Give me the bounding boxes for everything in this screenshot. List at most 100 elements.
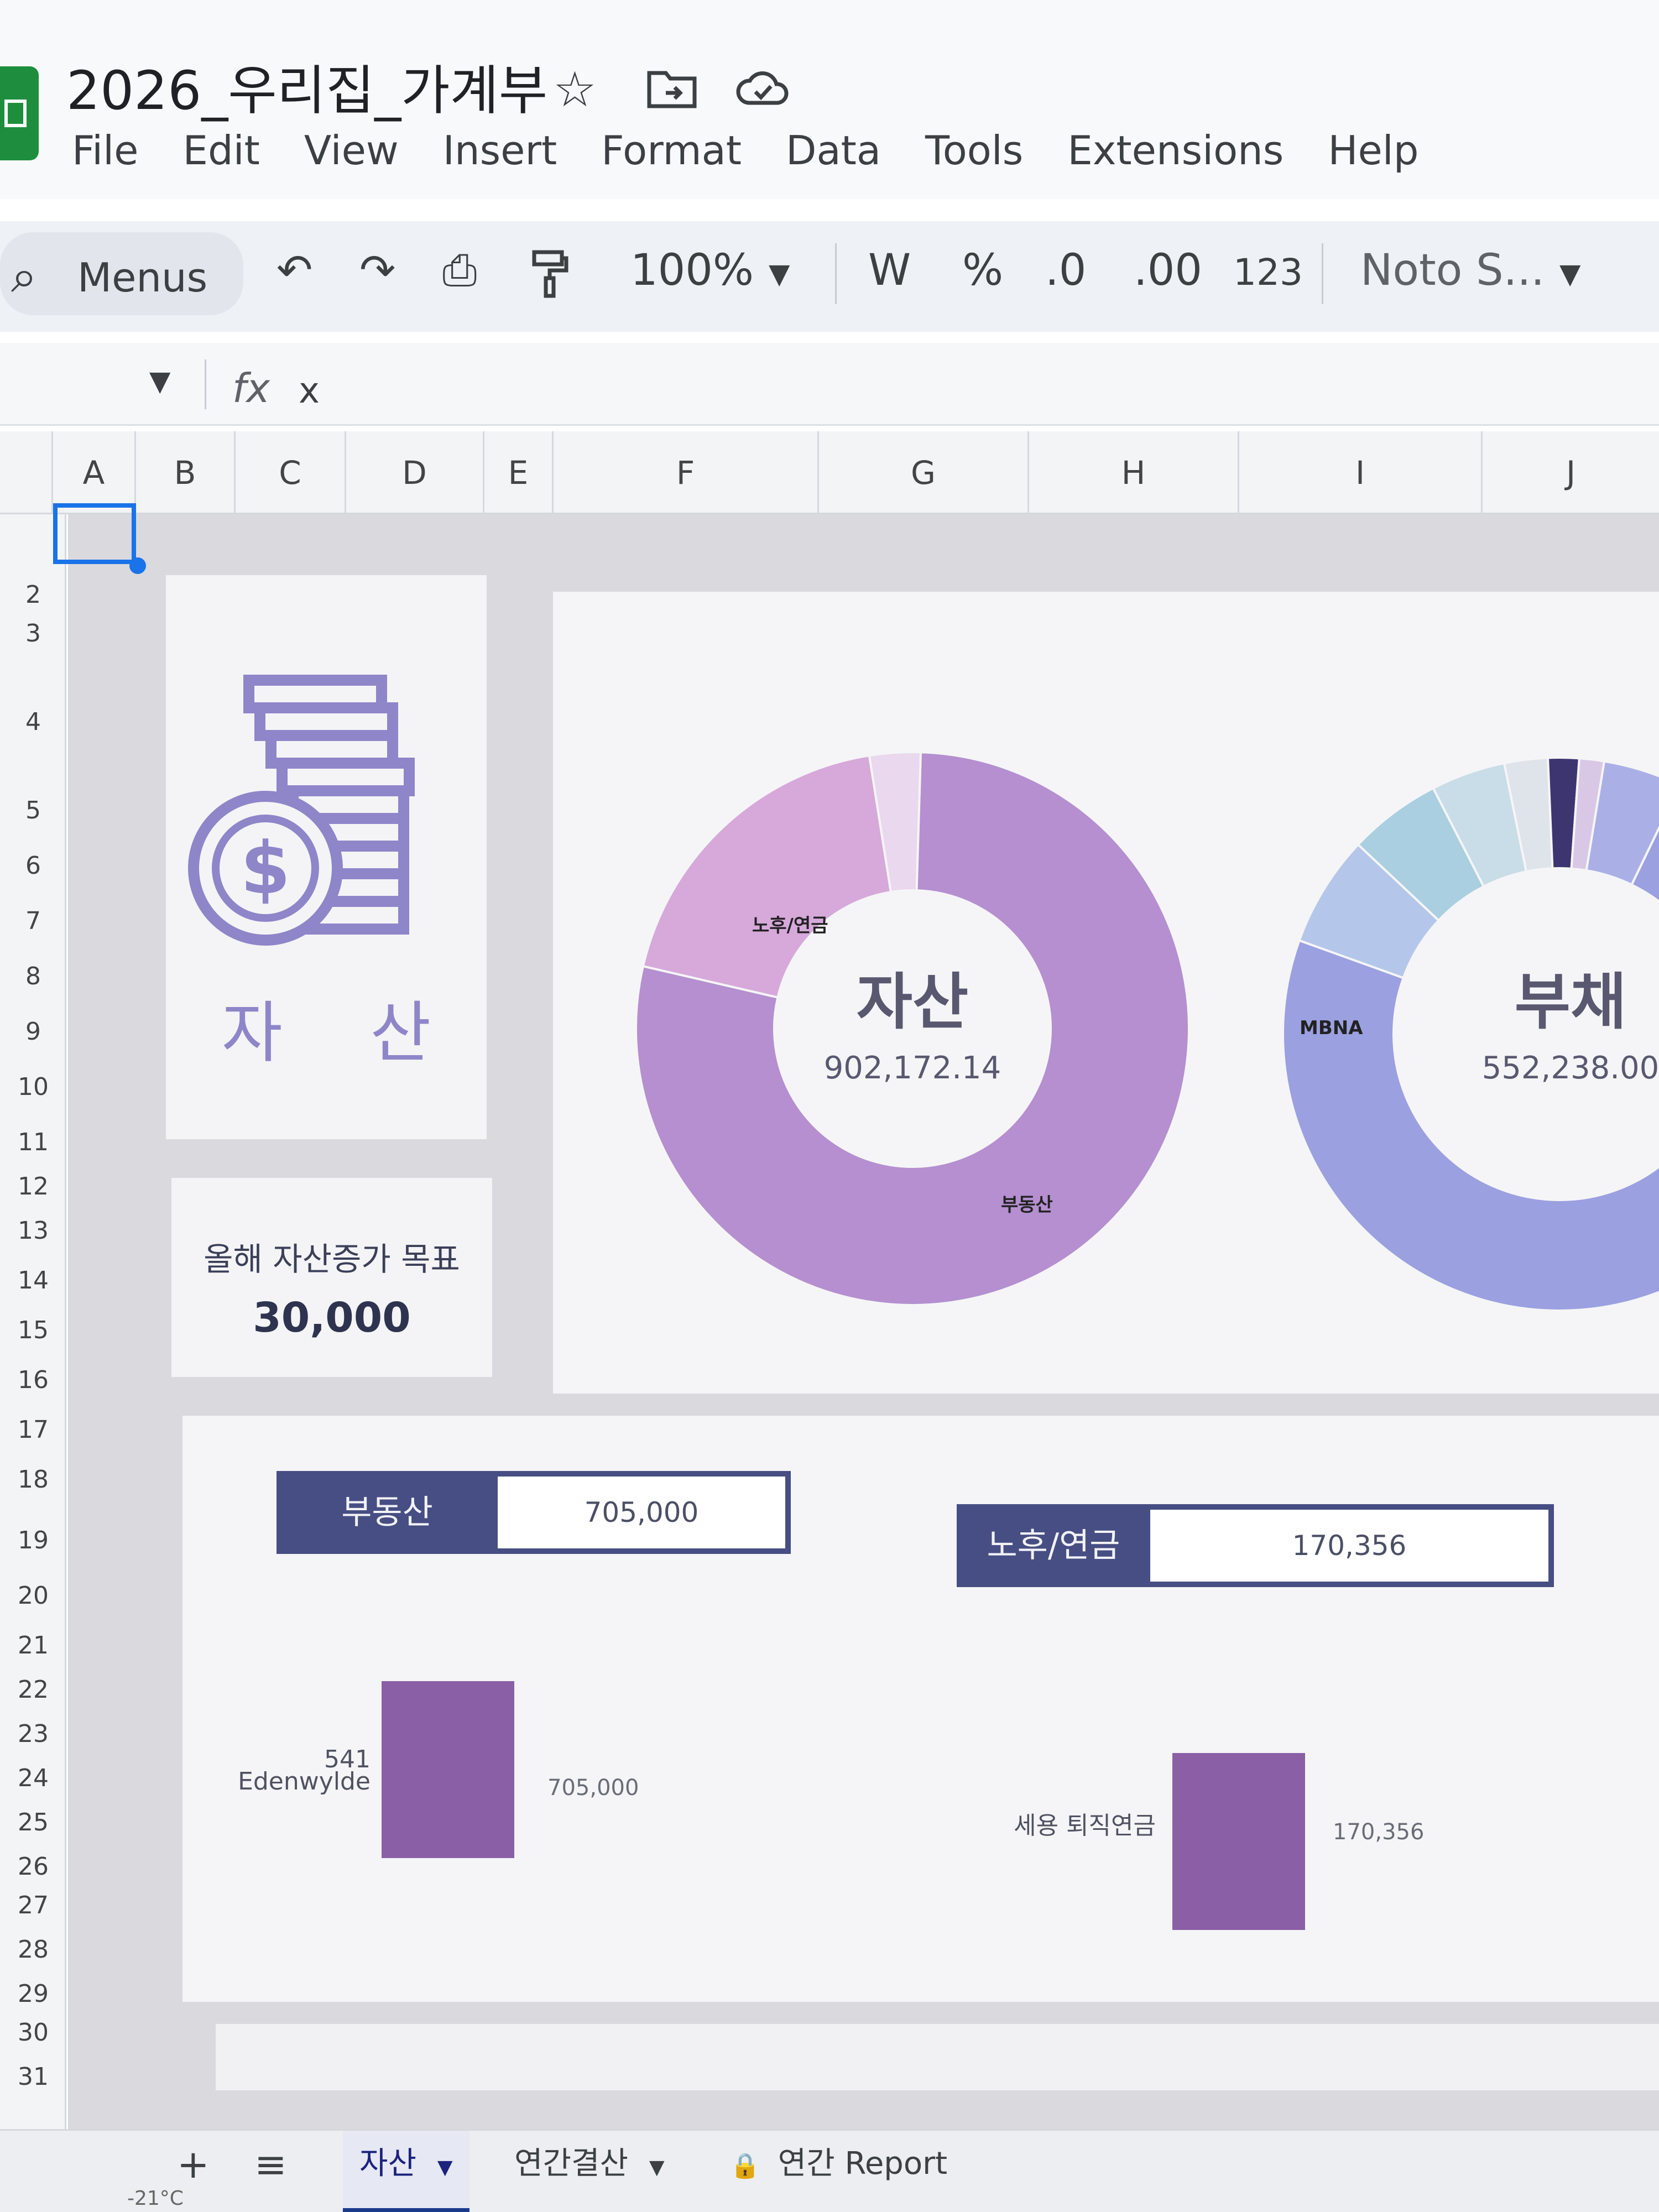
row-header[interactable]: 16: [0, 1366, 66, 1394]
column-header[interactable]: F: [554, 431, 819, 514]
row-header[interactable]: 29: [0, 1980, 66, 2008]
row-header[interactable]: 25: [0, 1808, 66, 1837]
row-header[interactable]: 22: [0, 1676, 66, 1704]
row-header[interactable]: 8: [0, 962, 66, 990]
row-header[interactable]: 13: [0, 1217, 66, 1245]
asset-title: 자 산: [221, 995, 465, 1072]
column-header[interactable]: G: [819, 431, 1029, 514]
row-header[interactable]: 14: [0, 1266, 66, 1295]
star-icon[interactable]: ☆: [553, 65, 597, 114]
row-header[interactable]: 20: [0, 1582, 66, 1610]
row-header[interactable]: 18: [0, 1465, 66, 1494]
column-header[interactable]: H: [1029, 431, 1239, 514]
column-header[interactable]: E: [484, 431, 554, 514]
font-chevron-down-icon[interactable]: ▼: [1559, 260, 1580, 288]
toolbar-separator: [1322, 243, 1323, 304]
row-header[interactable]: 15: [0, 1316, 66, 1344]
row-header[interactable]: 27: [0, 1891, 66, 1919]
number-format-button[interactable]: 123: [1233, 254, 1303, 291]
column-header[interactable]: B: [136, 431, 236, 514]
bar-pension[interactable]: [1172, 1753, 1305, 1930]
menu-view[interactable]: View: [304, 127, 399, 188]
column-header[interactable]: D: [346, 431, 484, 514]
increase-decimal-button[interactable]: .00: [1134, 249, 1202, 292]
bar-realestate-value: 705,000: [547, 1775, 639, 1801]
cloud-status-icon[interactable]: [735, 65, 791, 117]
lock-icon: 🔒: [730, 2152, 760, 2180]
row-header[interactable]: 24: [0, 1764, 66, 1792]
menu-edit[interactable]: Edit: [182, 127, 259, 188]
paint-format-icon[interactable]: [531, 249, 570, 306]
toolbar-separator: [835, 243, 837, 304]
sheet-tab-label: 자산: [359, 2146, 417, 2182]
title-bar: 2026_우리집_가계부 ☆ File Edit View Insert For…: [0, 0, 1659, 199]
row-header[interactable]: 23: [0, 1720, 66, 1748]
tab-chevron-down-icon[interactable]: ▼: [437, 2156, 453, 2179]
row-header[interactable]: 6: [0, 852, 66, 880]
menu-file[interactable]: File: [72, 127, 138, 188]
menus-search-button[interactable]: ⌕ Menus: [0, 232, 243, 315]
formula-input[interactable]: x: [299, 371, 320, 411]
zoom-chevron-down-icon[interactable]: ▼: [769, 260, 790, 288]
decrease-decimal-button[interactable]: .0: [1045, 249, 1086, 292]
row-header[interactable]: 28: [0, 1936, 66, 1964]
column-header[interactable]: C: [236, 431, 346, 514]
document-title[interactable]: 2026_우리집_가계부: [66, 48, 547, 124]
font-family-select[interactable]: Noto S...: [1360, 249, 1545, 292]
sheet-tab-assets[interactable]: 자산 ▼: [343, 2131, 469, 2212]
goal-label: 올해 자산증가 목표: [204, 1240, 460, 1278]
selected-cell-a1[interactable]: [53, 503, 136, 564]
sheet-tab-label: 연간 Report: [778, 2146, 948, 2182]
menu-data[interactable]: Data: [786, 127, 881, 188]
row-header[interactable]: 26: [0, 1853, 66, 1881]
donut-charts-panel: 자산 902,172.14 노후/연금 부동산 부채 552,238.00 MB…: [553, 592, 1659, 1394]
row-header[interactable]: 2: [0, 581, 66, 609]
row-header[interactable]: 4: [0, 708, 66, 736]
row-header[interactable]: 17: [0, 1416, 66, 1444]
zoom-select[interactable]: 100%: [630, 249, 754, 292]
liabilities-donut-total: 552,238.00: [1482, 1050, 1659, 1086]
move-folder-icon[interactable]: [647, 65, 697, 117]
category-detail-panel: 부동산 705,000 노후/연금 170,356 541 Edenwylde …: [182, 1416, 1659, 2002]
all-sheets-menu-button[interactable]: ≡: [254, 2142, 287, 2187]
select-all-corner[interactable]: [0, 431, 53, 514]
row-header[interactable]: 3: [0, 619, 66, 648]
menu-format[interactable]: Format: [601, 127, 742, 188]
print-icon[interactable]: ⎙: [442, 249, 477, 292]
sheet-tab-annual-report[interactable]: 🔒 연간 Report: [713, 2131, 964, 2212]
row-header[interactable]: 10: [0, 1073, 66, 1101]
row-header[interactable]: 19: [0, 1526, 66, 1554]
liabilities-donut-chart[interactable]: 부채 552,238.00 MBNA: [1272, 758, 1659, 1311]
row-header[interactable]: 7: [0, 907, 66, 935]
row-header[interactable]: 21: [0, 1631, 66, 1660]
column-header[interactable]: I: [1239, 431, 1483, 514]
search-icon: ⌕: [11, 249, 38, 303]
asset-logo-panel: $ 자 산: [166, 575, 487, 1139]
assets-donut-title: 자산: [857, 967, 968, 1037]
currency-format-button[interactable]: W: [868, 249, 911, 292]
column-header[interactable]: A: [53, 431, 136, 514]
menu-extensions[interactable]: Extensions: [1067, 127, 1284, 188]
undo-icon[interactable]: ↶: [276, 249, 312, 292]
add-sheet-button[interactable]: +: [177, 2142, 210, 2187]
sheet-tab-annual-settlement[interactable]: 연간결산 ▼: [498, 2131, 681, 2212]
row-header[interactable]: 9: [0, 1018, 66, 1046]
menu-help[interactable]: Help: [1328, 127, 1418, 188]
assets-donut-chart[interactable]: 자산 902,172.14 노후/연금 부동산: [625, 741, 1200, 1316]
column-header[interactable]: J: [1483, 431, 1659, 514]
tab-chevron-down-icon[interactable]: ▼: [649, 2156, 665, 2179]
percent-format-button[interactable]: %: [962, 249, 1003, 292]
menu-insert[interactable]: Insert: [443, 127, 557, 188]
name-box-chevron-down-icon[interactable]: ▼: [149, 365, 170, 397]
bar-realestate[interactable]: [382, 1681, 514, 1858]
row-header[interactable]: 5: [0, 796, 66, 825]
row-header[interactable]: 11: [0, 1128, 66, 1156]
column-header-bar: A B C D E F G H I J: [0, 431, 1659, 514]
sheets-logo-icon[interactable]: [0, 66, 39, 160]
redo-icon[interactable]: ↷: [359, 249, 395, 292]
row-header[interactable]: 30: [0, 2018, 66, 2047]
menu-tools[interactable]: Tools: [925, 127, 1023, 188]
fill-handle[interactable]: [129, 557, 146, 574]
row-header[interactable]: 12: [0, 1172, 66, 1201]
row-header[interactable]: 31: [0, 2063, 66, 2091]
